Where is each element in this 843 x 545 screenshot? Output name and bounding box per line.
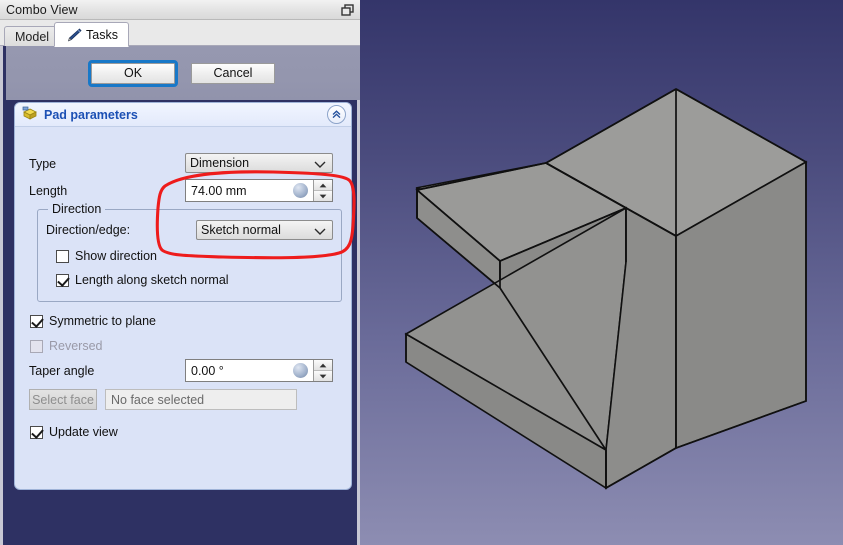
update-view-label: Update view — [49, 425, 118, 439]
pencil-icon — [65, 27, 82, 42]
restore-window-icon[interactable] — [338, 2, 356, 18]
pad-parameters-title: Pad parameters — [44, 107, 138, 122]
checkbox-box — [30, 314, 43, 328]
length-spinner[interactable] — [313, 180, 332, 201]
panel-title: Combo View — [6, 2, 78, 17]
ok-button[interactable]: OK — [88, 59, 178, 87]
expression-editor-icon[interactable] — [293, 183, 308, 198]
type-label: Type — [29, 157, 57, 171]
length-label-row: Length — [29, 184, 67, 198]
length-along-sketch-normal-checkbox[interactable]: Length along sketch normal — [56, 273, 229, 287]
length-spin-down[interactable] — [314, 191, 332, 201]
task-panel: OK Cancel Pad parameters Type Dimension … — [0, 46, 360, 545]
dialog-button-bar: OK Cancel — [6, 46, 360, 100]
tab-model[interactable]: Model — [4, 26, 61, 46]
chevron-down-icon — [314, 225, 326, 239]
direction-edge-value: Sketch normal — [201, 223, 281, 237]
type-select[interactable]: Dimension — [185, 153, 333, 173]
show-direction-checkbox[interactable]: Show direction — [56, 249, 157, 263]
type-label-row: Type — [29, 157, 56, 171]
tab-strip: Model Tasks — [0, 20, 360, 47]
3d-view[interactable] — [360, 0, 843, 545]
pad-parameters-body: Type Dimension Length 74.00 mm Direction… — [15, 127, 351, 489]
panel-title-bar: Combo View — [0, 0, 360, 20]
checkbox-box — [30, 425, 43, 439]
pad-solid-model — [404, 88, 808, 490]
taper-angle-value: 0.00 ° — [191, 363, 224, 378]
direction-edge-label: Direction/edge: — [46, 223, 131, 237]
pad-parameters-header[interactable]: Pad parameters — [15, 103, 351, 127]
reversed-label: Reversed — [49, 339, 103, 353]
length-spin-up[interactable] — [314, 180, 332, 191]
tab-model-label: Model — [15, 29, 50, 44]
taper-angle-label-row: Taper angle — [29, 364, 94, 378]
checkbox-box — [56, 249, 69, 263]
pad-parameters-panel: Pad parameters Type Dimension Length 74.… — [14, 102, 352, 490]
direction-group-box: Direction Direction/edge: Sketch normal … — [37, 202, 342, 302]
symmetric-to-plane-checkbox[interactable]: Symmetric to plane — [30, 314, 156, 328]
chevron-double-up-icon[interactable] — [327, 105, 346, 124]
length-input-value: 74.00 mm — [191, 183, 247, 198]
cancel-button[interactable]: Cancel — [191, 62, 275, 84]
length-input[interactable]: 74.00 mm — [185, 179, 333, 202]
taper-spin-up[interactable] — [314, 360, 332, 371]
tab-tasks-label: Tasks — [86, 27, 118, 42]
reversed-checkbox: Reversed — [30, 339, 103, 353]
taper-angle-input[interactable]: 0.00 ° — [185, 359, 333, 382]
chevron-down-icon — [314, 158, 326, 172]
select-face-button[interactable]: Select face — [29, 389, 97, 410]
type-select-value: Dimension — [190, 156, 250, 170]
taper-angle-spinner[interactable] — [313, 360, 332, 381]
pad-feature-icon — [22, 106, 38, 124]
tab-tasks[interactable]: Tasks — [54, 22, 129, 47]
direction-edge-select[interactable]: Sketch normal — [196, 220, 333, 240]
direction-edge-label-row: Direction/edge: — [46, 223, 130, 237]
select-face-row: Select face No face selected — [29, 389, 297, 410]
length-label: Length — [29, 184, 68, 198]
expression-editor-icon[interactable] — [293, 363, 308, 378]
direction-group-legend: Direction — [48, 202, 106, 216]
taper-spin-down[interactable] — [314, 371, 332, 381]
symmetric-to-plane-label: Symmetric to plane — [49, 314, 156, 328]
selected-face-field: No face selected — [105, 389, 297, 410]
checkbox-box — [56, 273, 69, 287]
show-direction-label: Show direction — [75, 249, 157, 263]
combo-view-panel: Combo View Model Tasks OK Cancel Pad par… — [0, 0, 360, 545]
checkbox-box — [30, 339, 43, 353]
update-view-checkbox[interactable]: Update view — [30, 425, 118, 439]
taper-angle-label: Taper angle — [29, 364, 95, 378]
length-along-sketch-normal-label: Length along sketch normal — [75, 273, 229, 287]
